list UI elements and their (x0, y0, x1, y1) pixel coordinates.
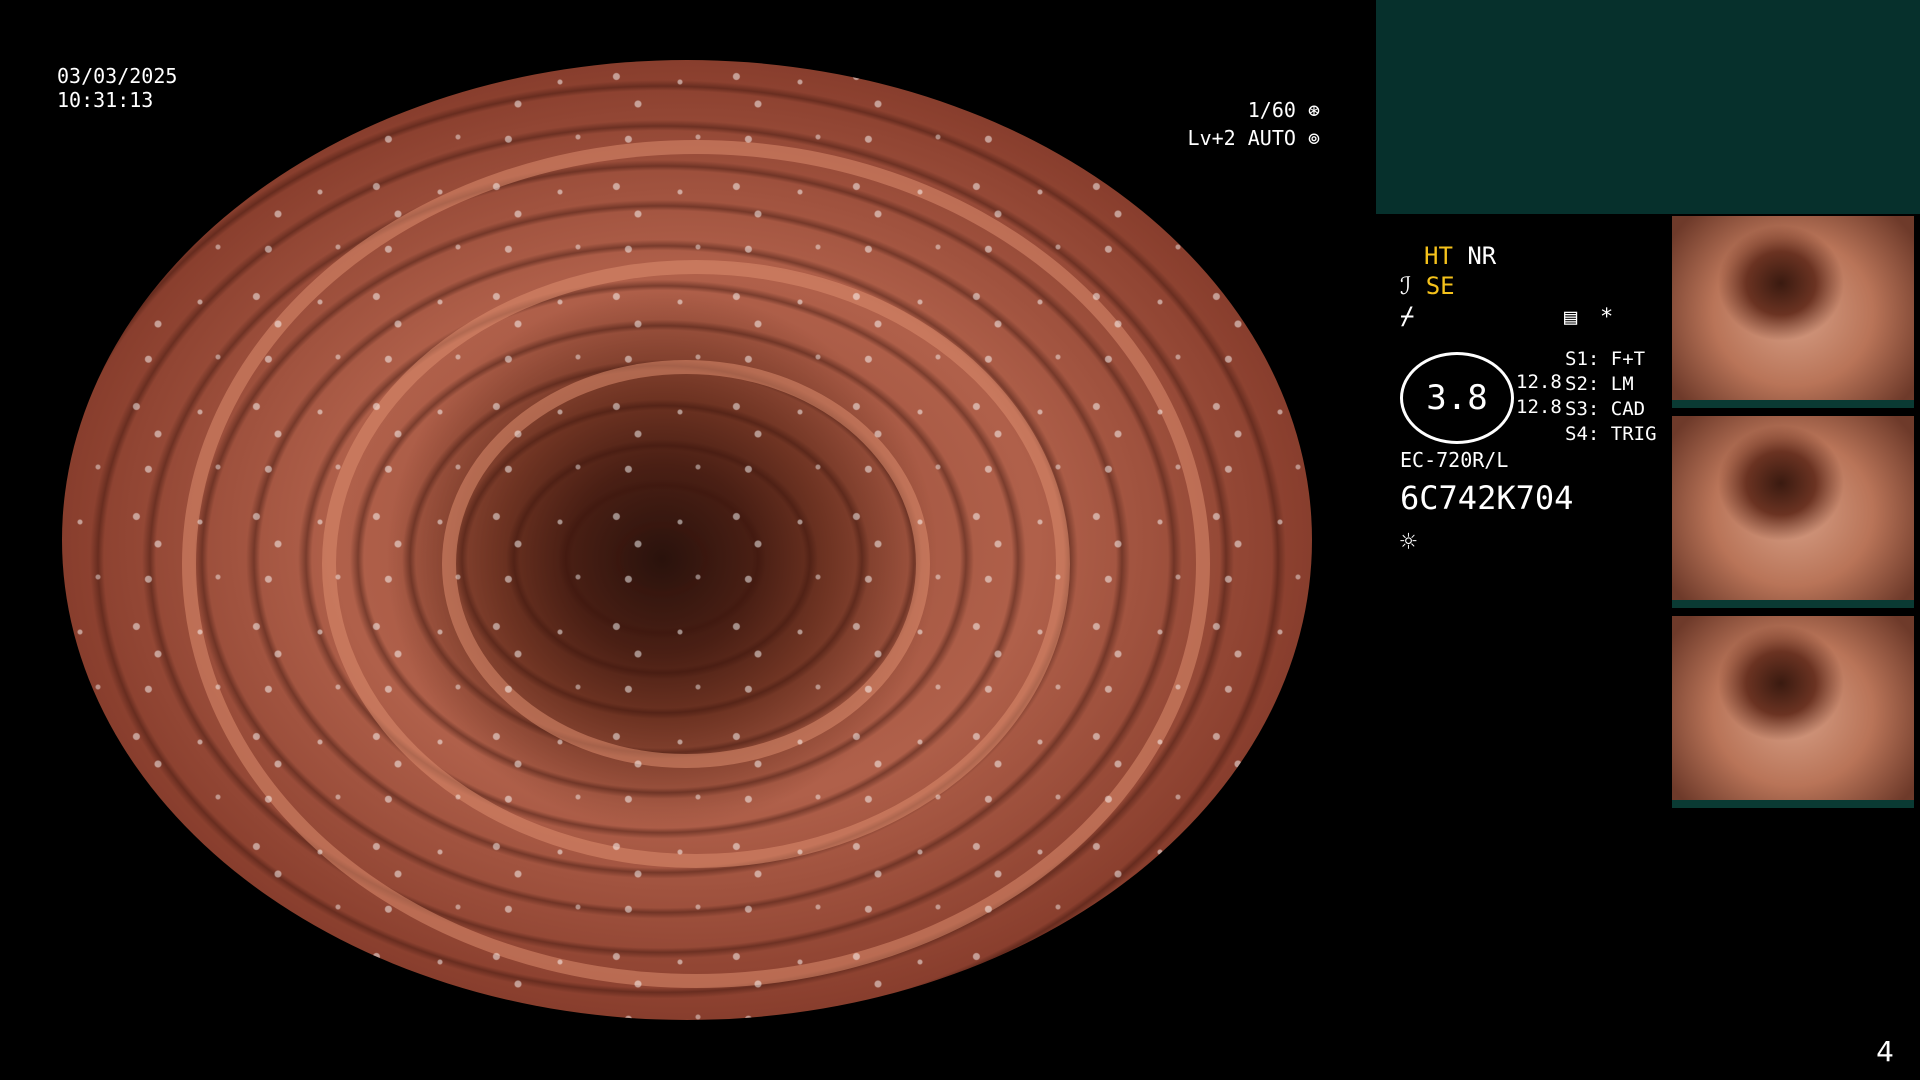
mode-line: HT NR (1424, 244, 1496, 268)
value-column: 12.8 12.8 (1516, 370, 1562, 420)
thumbnail-1[interactable] (1672, 216, 1914, 408)
gauge: 3.8 (1400, 352, 1514, 444)
value-1: 12.8 (1516, 371, 1562, 393)
page-number: 4 (1876, 1035, 1894, 1068)
switch-list: S1: F+T S2: LM S3: CAD S4: TRIG (1565, 347, 1657, 447)
iris-readout: Lv+2 AUTO ⊚ (1188, 126, 1320, 150)
switch-row: S2: LM (1565, 373, 1634, 395)
mucosal-fold (322, 260, 1070, 868)
aperture-icon: ⊛ (1307, 98, 1320, 122)
ht-label: HT (1424, 242, 1453, 270)
se-line: ℐ SE (1400, 274, 1455, 298)
record-icon: ▤ (1564, 305, 1578, 330)
light-icon: ☼ (1400, 525, 1417, 558)
time-label: 10:31:13 (57, 88, 154, 112)
nr-label: NR (1467, 242, 1497, 270)
mucosal-fold (442, 360, 930, 768)
thumbnail-2[interactable] (1672, 416, 1914, 608)
endoscope-view (62, 60, 1312, 1020)
switch-row: S3: CAD (1565, 398, 1646, 420)
mucosal-fold (182, 140, 1210, 988)
thumbnail-3[interactable] (1672, 616, 1914, 808)
value-2: 12.8 (1516, 396, 1562, 418)
freeze-icon: ⌿ (1400, 302, 1415, 330)
scope-model: EC-720R/L (1400, 448, 1509, 472)
se-label: SE (1425, 272, 1455, 300)
asterisk-label: * (1600, 305, 1614, 330)
gauge-value: 3.8 (1426, 378, 1488, 418)
date-label: 03/03/2025 (57, 64, 178, 88)
scope-serial: 6C742K704 (1400, 479, 1574, 517)
switch-row: S1: F+T (1565, 348, 1646, 370)
enhancement-icon: ℐ (1400, 272, 1412, 300)
iris-icon: ⊚ (1307, 126, 1320, 150)
iris-label: Lv+2 AUTO (1187, 126, 1296, 150)
shutter-label: 1/60 (1247, 98, 1296, 122)
side-panel-header (1376, 0, 1920, 214)
shutter-readout: 1/60 ⊛ (1248, 98, 1320, 122)
switch-row: S4: TRIG (1565, 423, 1657, 445)
